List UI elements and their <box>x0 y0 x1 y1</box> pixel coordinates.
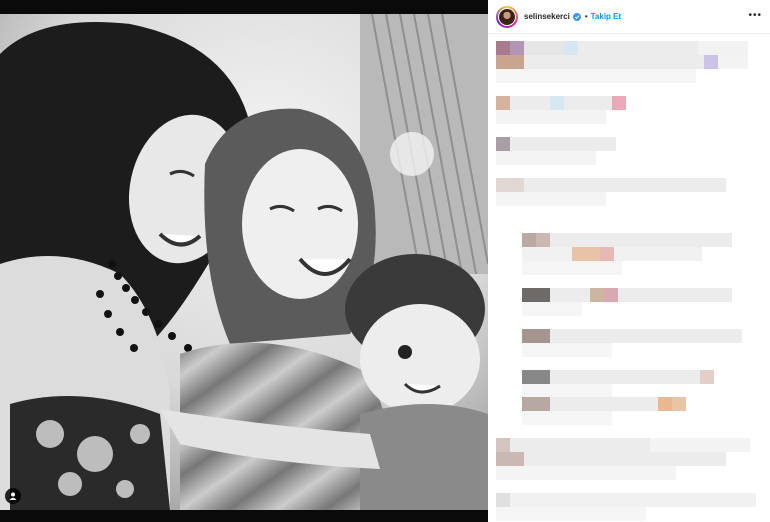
blurred-reply <box>522 329 742 343</box>
blurred-comment <box>496 438 764 452</box>
blurred-reply <box>522 411 612 425</box>
avatar-ring <box>498 7 516 26</box>
more-options-icon[interactable]: ••• <box>748 11 762 21</box>
user-tag-icon[interactable] <box>5 488 21 504</box>
blurred-comment <box>496 178 726 192</box>
blurred-reply <box>522 233 732 247</box>
blurred-comment <box>496 452 726 466</box>
blurred-reply <box>522 288 732 302</box>
follow-button[interactable]: Takip Et <box>591 12 622 21</box>
blurred-comment <box>496 507 646 521</box>
blurred-comment <box>496 110 606 124</box>
blurred-comment <box>496 96 626 110</box>
blurred-comment <box>496 493 756 507</box>
photo-illustration <box>0 14 488 510</box>
blurred-comment <box>496 151 596 165</box>
blurred-reply <box>522 384 612 398</box>
blurred-reply <box>522 302 582 316</box>
blurred-reply <box>522 261 622 275</box>
post-header: selinsekerci • Takip Et ••• <box>488 0 770 34</box>
avatar-image <box>499 8 515 25</box>
bottom-border <box>0 510 488 522</box>
blurred-comment <box>496 466 676 480</box>
post-side-panel: selinsekerci • Takip Et ••• <box>488 0 770 522</box>
verified-badge-icon <box>572 12 581 21</box>
blurred-caption-line <box>496 69 696 83</box>
blurred-comment <box>496 192 606 206</box>
blurred-caption-line <box>496 41 764 55</box>
separator-dot: • <box>584 12 588 21</box>
username-link[interactable]: selinsekerci <box>524 12 570 21</box>
post-photo[interactable] <box>0 14 488 510</box>
blurred-reply <box>522 397 702 411</box>
blurred-reply <box>522 343 612 357</box>
blurred-reply <box>522 370 722 384</box>
blurred-comment <box>496 137 616 151</box>
instagram-post-screenshot: selinsekerci • Takip Et ••• <box>0 0 770 522</box>
blurred-caption-line <box>496 55 764 69</box>
avatar[interactable] <box>496 5 518 28</box>
blurred-reply <box>522 247 702 261</box>
